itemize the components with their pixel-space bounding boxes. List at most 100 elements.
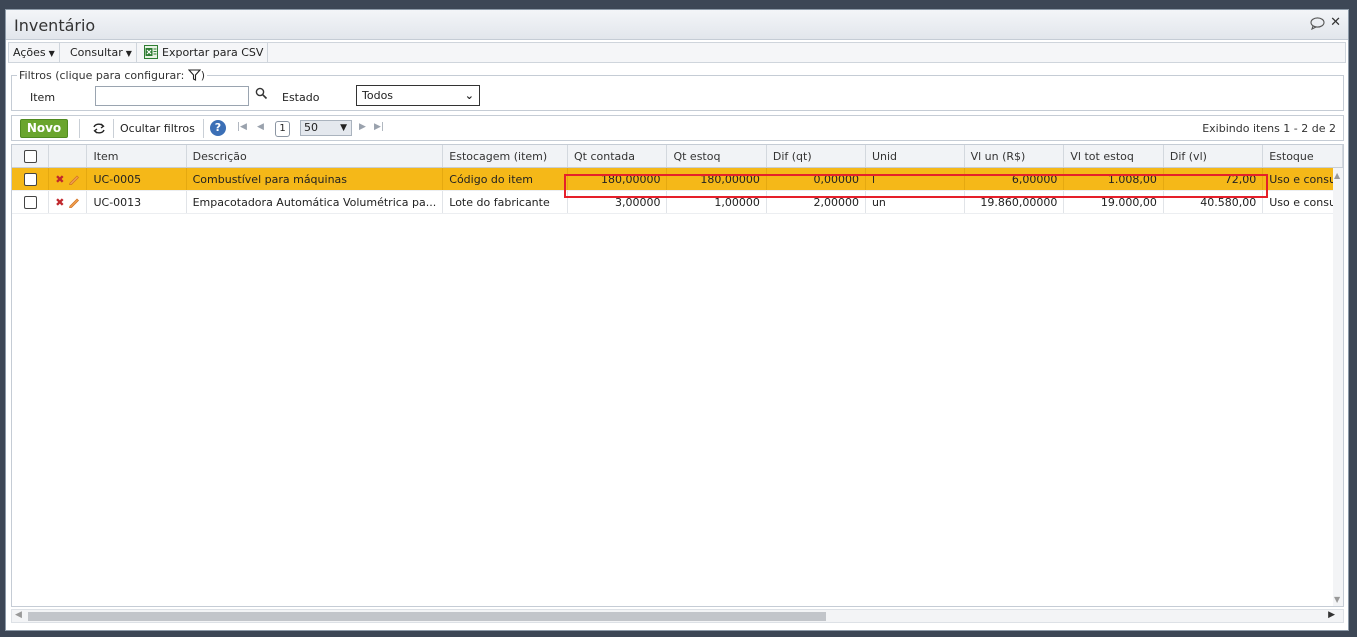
title-bar: Inventário ✕ — [6, 10, 1348, 40]
toolbar-divider — [113, 119, 114, 138]
chevron-down-icon: ▼ — [340, 123, 347, 133]
estado-filter-label: Estado — [282, 91, 320, 104]
window-title: Inventário — [14, 16, 96, 35]
next-page-icon[interactable]: ▶ — [359, 122, 366, 132]
column-header-dif-vl[interactable]: Dif (vl) — [1163, 145, 1264, 168]
inventory-grid: Item Descrição Estocagem (item) Qt conta… — [11, 144, 1344, 607]
menu-consultar[interactable]: Consultar ▼ — [66, 43, 137, 62]
cell-vl-un: 19.860,00000 — [964, 190, 1065, 214]
cell-vl-tot-estoq: 19.000,00 — [1063, 190, 1164, 214]
cell-item: UC-0013 — [86, 190, 187, 214]
select-all-cell — [12, 145, 50, 168]
scroll-left-icon[interactable]: ◀ — [15, 610, 22, 620]
funnel-icon[interactable] — [187, 69, 201, 81]
horizontal-scrollbar[interactable]: ◀ ▶ — [11, 609, 1344, 623]
refresh-icon[interactable] — [92, 122, 106, 135]
filters-panel: Filtros (clique para configurar: ) Item … — [11, 69, 1344, 111]
column-header-estocagem[interactable]: Estocagem (item) — [442, 145, 569, 168]
ocultar-filtros-button[interactable]: Ocultar filtros — [120, 122, 195, 135]
cell-estoque: Uso e consu — [1262, 167, 1343, 191]
scroll-up-icon[interactable]: ▲ — [1334, 171, 1340, 180]
cell-qt-contada: 3,00000 — [567, 190, 668, 214]
cell-qt-estoq: 1,00000 — [666, 190, 767, 214]
row-checkbox[interactable] — [23, 172, 37, 186]
cell-vl-tot-estoq: 1.008,00 — [1063, 167, 1164, 191]
chat-bubble-icon[interactable] — [1310, 17, 1325, 30]
items-count-text: Exibindo itens 1 - 2 de 2 — [1202, 122, 1336, 135]
row-checkbox-cell — [12, 190, 50, 214]
column-header-estoque[interactable]: Estoque — [1262, 145, 1343, 168]
column-header-item[interactable]: Item — [86, 145, 187, 168]
cell-vl-un: 6,00000 — [964, 167, 1065, 191]
cell-estoque: Uso e consu — [1262, 190, 1343, 214]
item-filter-label: Item — [30, 91, 56, 104]
cell-unid: l — [865, 167, 965, 191]
cell-dif-vl: 40.580,00 — [1163, 190, 1264, 214]
first-page-icon[interactable]: |◀ — [237, 122, 247, 132]
row-checkbox-cell — [12, 167, 50, 191]
search-icon[interactable] — [255, 87, 268, 100]
delete-icon[interactable]: ✖ — [55, 196, 64, 209]
novo-button[interactable]: Novo — [20, 119, 68, 138]
row-actions-cell: ✖ — [48, 167, 88, 191]
vertical-scrollbar[interactable]: ▲ ▼ — [1333, 168, 1343, 606]
column-header-vl-un[interactable]: Vl un (R$) — [964, 145, 1065, 168]
toolbar-divider — [203, 119, 204, 138]
inventario-window: Inventário ✕ Ações ▼ Consultar ▼ Exportar … — [5, 9, 1349, 631]
page-size-select[interactable]: 50 ▼ — [300, 120, 352, 136]
delete-icon[interactable]: ✖ — [55, 173, 64, 186]
actions-header — [48, 145, 88, 168]
scrollbar-thumb[interactable] — [28, 612, 826, 621]
select-all-checkbox[interactable] — [23, 149, 37, 163]
pencil-icon[interactable] — [68, 196, 80, 208]
last-page-icon[interactable]: ▶| — [374, 122, 384, 132]
menu-acoes-label: Ações — [13, 46, 46, 59]
table-row[interactable]: ✖ UC-0013 Empacotadora Automática Volumé… — [12, 190, 1343, 214]
filters-legend-label: Filtros (clique para configurar: — [19, 69, 185, 82]
cell-estocagem: Lote do fabricante — [442, 190, 569, 214]
toolbar-divider — [79, 119, 80, 138]
grid-toolbar: Novo Ocultar filtros ? |◀ ◀ 1 50 ▼ ▶ ▶| … — [11, 115, 1344, 141]
cell-qt-estoq: 180,00000 — [666, 167, 767, 191]
column-header-dif-qt[interactable]: Dif (qt) — [766, 145, 866, 168]
filters-legend-close: ) — [200, 69, 206, 82]
item-filter-input[interactable] — [95, 86, 249, 106]
close-icon[interactable]: ✕ — [1330, 15, 1341, 30]
column-header-qt-contada[interactable]: Qt contada — [567, 145, 668, 168]
table-row[interactable]: ✖ UC-0005 Combustível para máquinas Códi… — [12, 167, 1343, 191]
row-checkbox[interactable] — [23, 195, 37, 209]
cell-dif-qt: 2,00000 — [766, 190, 866, 214]
menu-export-csv[interactable]: Exportar para CSV — [140, 43, 269, 62]
menu-bar: Ações ▼ Consultar ▼ Exportar para CSV — [8, 42, 1346, 63]
chevron-down-icon: ▼ — [125, 49, 132, 58]
cell-estocagem: Código do item — [442, 167, 569, 191]
cell-dif-qt: 0,00000 — [766, 167, 866, 191]
cell-qt-contada: 180,00000 — [567, 167, 668, 191]
pencil-icon[interactable] — [68, 173, 80, 185]
scroll-down-icon[interactable]: ▼ — [1334, 595, 1340, 604]
previous-page-icon[interactable]: ◀ — [257, 122, 264, 132]
cell-descricao: Combustível para máquinas — [186, 167, 444, 191]
cell-descricao: Empacotadora Automática Volumétrica pa..… — [186, 190, 444, 214]
menu-consultar-label: Consultar — [70, 46, 123, 59]
page-number-input[interactable]: 1 — [275, 121, 290, 137]
filters-legend[interactable]: Filtros (clique para configurar: ) — [17, 69, 208, 82]
help-icon[interactable]: ? — [210, 120, 226, 136]
menu-acoes[interactable]: Ações ▼ — [9, 43, 60, 62]
scroll-right-icon[interactable]: ▶ — [1328, 610, 1335, 620]
estado-select-value: Todos — [362, 89, 394, 102]
column-header-qt-estoq[interactable]: Qt estoq — [666, 145, 767, 168]
estado-select[interactable]: Todos ⌄ — [356, 85, 480, 106]
cell-dif-vl: 72,00 — [1163, 167, 1264, 191]
row-actions-cell: ✖ — [48, 190, 88, 214]
column-header-descricao[interactable]: Descrição — [186, 145, 444, 168]
page-size-value: 50 — [304, 121, 318, 134]
table-header-row: Item Descrição Estocagem (item) Qt conta… — [12, 145, 1343, 168]
chevron-down-icon: ⌄ — [464, 89, 474, 102]
cell-unid: un — [865, 190, 965, 214]
menu-export-csv-label: Exportar para CSV — [162, 46, 264, 59]
column-header-unid[interactable]: Unid — [865, 145, 965, 168]
inventory-table: Item Descrição Estocagem (item) Qt conta… — [12, 145, 1343, 214]
chevron-down-icon: ▼ — [48, 49, 55, 58]
column-header-vl-tot-estoq[interactable]: Vl tot estoq — [1063, 145, 1164, 168]
